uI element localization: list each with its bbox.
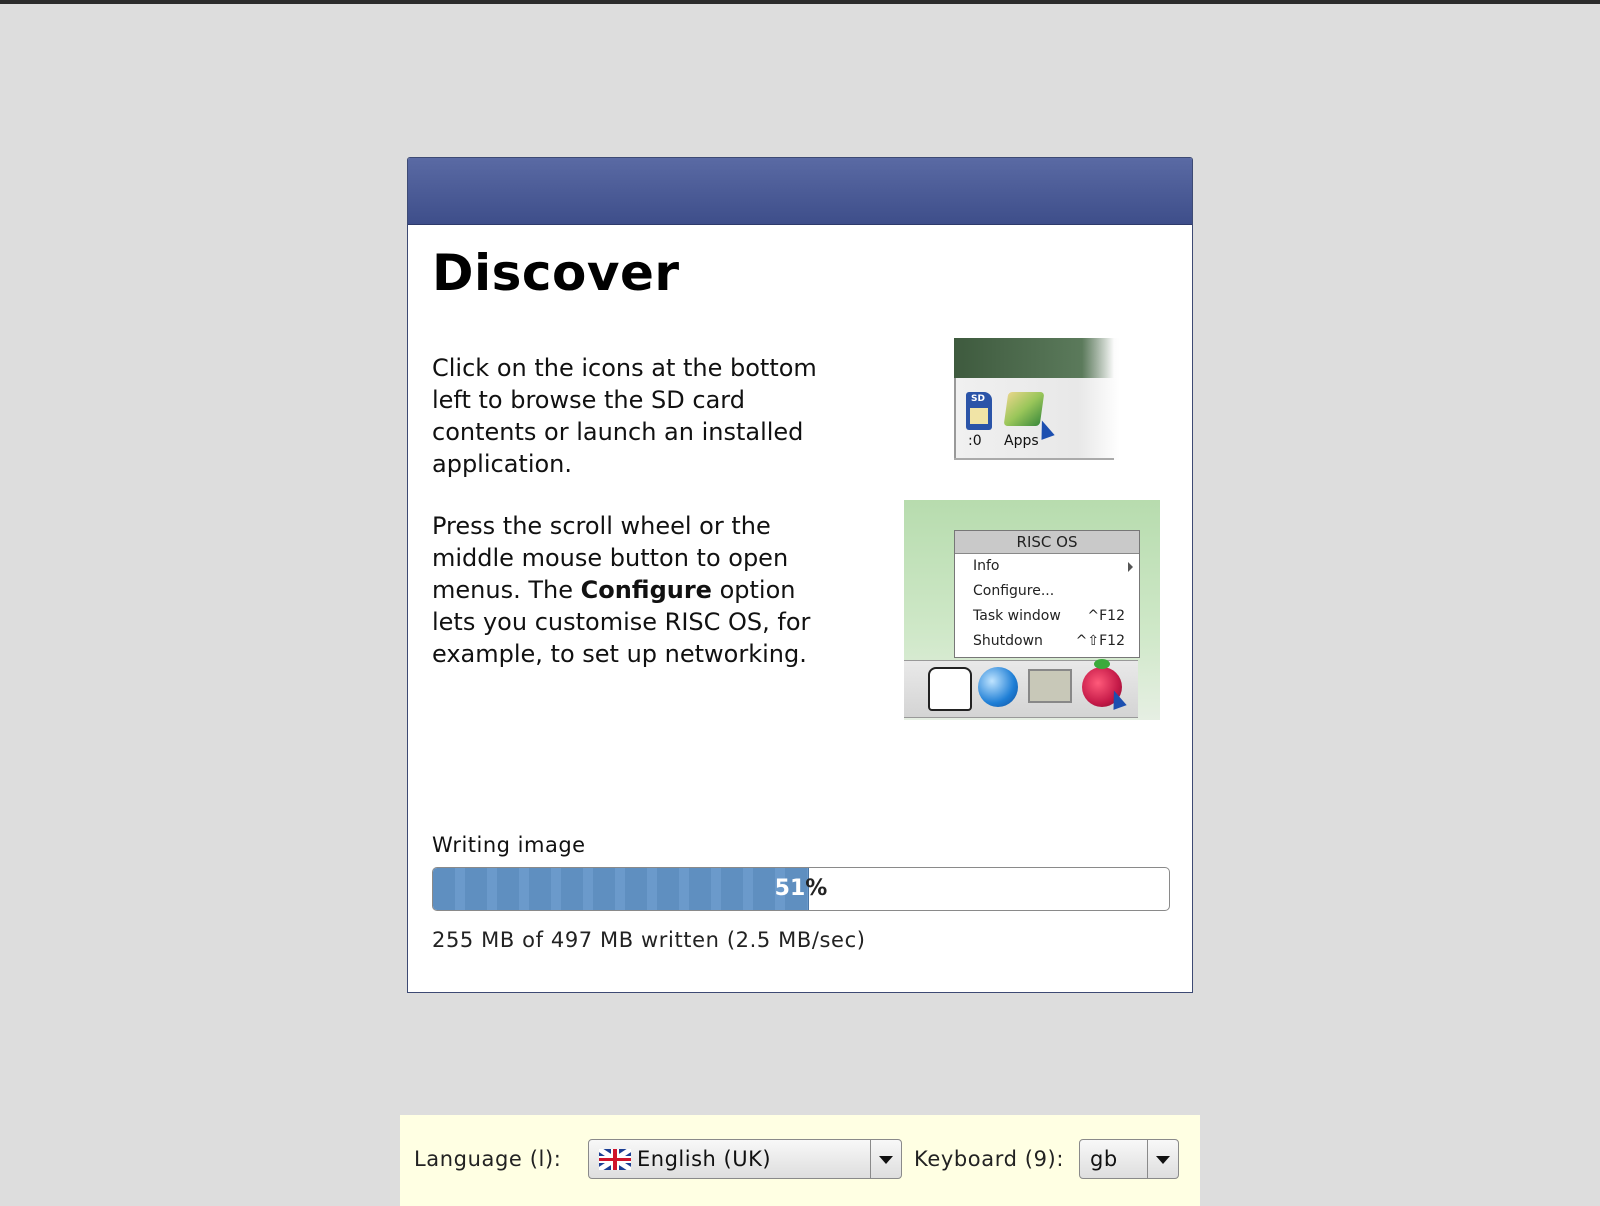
menu-item-info: Info [955,554,1139,579]
iconbar-illustration [904,659,1138,718]
progress-bar: 51% [432,867,1170,911]
risc-os-menu-illustration: RISC OS Info Configure... Task window ^F1… [954,530,1140,658]
top-edge-bar [0,0,1600,4]
progress-status-label: Writing image [432,833,586,857]
progress-detail: 255 MB of 497 MB written (2.5 MB/sec) [432,928,866,952]
fist-icon [928,667,972,711]
sd-card-caption: :0 [968,433,982,449]
illustration-window-bar [954,338,1114,378]
language-dropdown-arrow-icon[interactable] [870,1140,901,1178]
menu-screenshot-illustration: RISC OS Info Configure... Task window ^F1… [904,500,1160,720]
submenu-arrow-icon [1128,562,1133,572]
slide-paragraph-icons: Click on the icons at the bottom left to… [432,354,817,478]
keyboard-select-value: gb [1090,1147,1118,1171]
slide-paragraph-menus: Press the scroll wheel or the middle mou… [432,512,811,668]
globe-icon [978,667,1018,707]
menu-item-shutdown: Shutdown ^⇧F12 [973,633,1125,649]
menu-title: RISC OS [955,531,1139,554]
language-label: Language (l): [414,1147,562,1171]
menu-item-task-window: Task window ^F12 [973,608,1125,624]
dialog-titlebar[interactable] [408,158,1192,225]
language-bar: Language (l): English (UK) Keyboard (9):… [400,1115,1200,1206]
keyboard-label: Keyboard (9): [914,1147,1065,1171]
language-select-value: English (UK) [637,1147,772,1171]
keyboard-select[interactable]: gb [1079,1139,1179,1179]
keyboard-dropdown-arrow-icon[interactable] [1147,1140,1178,1178]
sd-card-icon: SD [966,392,992,430]
menu-item-configure: Configure... [973,583,1055,599]
uk-flag-icon [599,1149,631,1170]
language-select[interactable]: English (UK) [588,1139,902,1179]
progress-dialog: Discover Click on the icons at the botto… [407,157,1193,993]
progress-percent: 51% [774,876,828,901]
slide-title: Discover [432,244,680,302]
monitor-icon [1028,669,1072,703]
iconbar-screenshot-illustration: SD :0 Apps [954,338,1120,460]
apps-caption: Apps [1004,433,1039,449]
